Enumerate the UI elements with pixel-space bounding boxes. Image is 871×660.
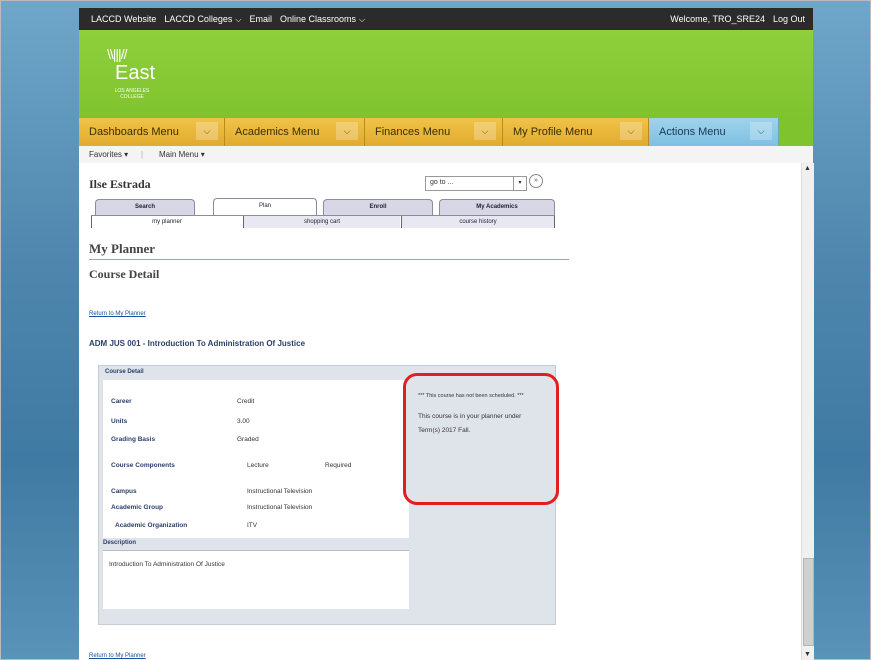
field-value: Credit [237, 398, 255, 405]
schedule-notice-highlight: *** This course has not been scheduled. … [403, 373, 559, 505]
subtab-course-history[interactable]: course history [402, 216, 554, 228]
field-value: Instructional Television [247, 488, 313, 495]
scroll-down-icon[interactable]: ▼ [804, 651, 811, 658]
actions-menu-label: Actions Menu [659, 126, 726, 138]
favorites-menu[interactable]: Favorites ▾ [89, 150, 128, 159]
page-title: My Planner [89, 241, 156, 256]
college-banner: \\|||// East LOS ANGELES COLLEGE [79, 30, 813, 118]
chevron-down-icon[interactable]: ⌵ [620, 122, 642, 140]
actions-menu[interactable]: Actions Menu ⌵ [649, 118, 779, 146]
top-navigation-bar: LACCD Website LACCD Colleges ⌵ Email Onli… [79, 8, 813, 30]
welcome-text: Welcome, TRO_SRE24 [670, 14, 765, 24]
field-label: Course Components [111, 462, 175, 469]
chevron-down-icon[interactable]: ⌵ [336, 122, 358, 140]
goto-select[interactable]: go to ... ▾ [425, 176, 527, 191]
laccd-website-link[interactable]: LACCD Website [91, 14, 156, 25]
tab-search[interactable]: Search [95, 199, 195, 215]
planner-term-notice: This course is in your planner under Ter… [418, 413, 522, 434]
my-profile-menu-label: My Profile Menu [513, 126, 593, 138]
course-detail-fields: Career Credit Units 3.00 Grading Basis G… [103, 380, 409, 538]
return-to-planner-link-bottom[interactable]: Return to My Planner [89, 653, 146, 659]
chevron-down-icon[interactable]: ⌵ [196, 122, 218, 140]
tab-plan[interactable]: Plan [213, 198, 317, 216]
main-menu-bar: Dashboards Menu ⌵ Academics Menu ⌵ Finan… [79, 118, 813, 146]
field-label: Campus [111, 488, 137, 495]
title-divider [89, 259, 569, 260]
field-label: Grading Basis [111, 436, 156, 443]
academics-menu-label: Academics Menu [235, 126, 320, 138]
field-value: Instructional Television [247, 504, 313, 511]
go-button-icon[interactable]: » [529, 174, 543, 188]
field-value: 3.00 [237, 418, 250, 425]
logout-link[interactable]: Log Out [773, 14, 805, 24]
laccd-colleges-menu[interactable]: LACCD Colleges ⌵ [164, 14, 241, 25]
chevron-down-icon[interactable]: ⌵ [474, 122, 496, 140]
description-text: Introduction To Administration Of Justic… [109, 561, 225, 568]
chevron-down-icon[interactable]: ⌵ [750, 122, 772, 140]
course-title: ADM JUS 001 - Introduction To Administra… [89, 339, 306, 348]
main-content: Ilse Estrada go to ... ▾ » Search Plan E… [79, 163, 801, 660]
field-value: Lecture [247, 462, 269, 469]
description-header: Description [103, 540, 137, 546]
dashboards-menu[interactable]: Dashboards Menu ⌵ [79, 118, 225, 146]
online-classrooms-label: Online Classrooms [279, 14, 357, 24]
dashboards-menu-label: Dashboards Menu [89, 126, 179, 138]
subtab-shopping-cart[interactable]: shopping cart [244, 216, 400, 228]
finances-menu-label: Finances Menu [375, 126, 451, 138]
field-value: Graded [237, 436, 259, 443]
logo-text: East [115, 62, 156, 84]
description-box: Introduction To Administration Of Justic… [103, 550, 409, 609]
course-detail-header: Course Detail [99, 366, 409, 379]
dropdown-arrow-icon[interactable]: ▾ [513, 177, 526, 190]
favorites-bar: Favorites ▾ | Main Menu ▾ [79, 146, 813, 164]
favbar-divider: | [141, 150, 144, 159]
subtab-my-planner[interactable]: my planner [92, 216, 242, 228]
logo-subtext: LOS ANGELES COLLEGE [109, 88, 155, 100]
field-label: Units [111, 418, 128, 425]
logo-subline-2: COLLEGE [120, 94, 144, 100]
tab-my-academics[interactable]: My Academics [439, 199, 555, 215]
planner-subtabs: my planner shopping cart course history [91, 215, 555, 228]
my-profile-menu[interactable]: My Profile Menu ⌵ [503, 118, 649, 146]
east-la-college-logo[interactable]: \\|||// East LOS ANGELES COLLEGE [101, 46, 161, 106]
email-link[interactable]: Email [249, 14, 272, 25]
sunburst-icon: \\|||// [107, 46, 127, 62]
subtab-divider [554, 216, 555, 228]
laccd-colleges-label: LACCD Colleges [164, 14, 233, 24]
academics-menu[interactable]: Academics Menu ⌵ [225, 118, 365, 146]
vertical-scrollbar[interactable]: ▲ ▼ [801, 163, 814, 660]
scrollbar-thumb[interactable] [803, 558, 814, 646]
field-label: Academic Organization [115, 522, 188, 529]
student-name: Ilse Estrada [89, 177, 151, 191]
field-value: ITV [247, 522, 258, 529]
section-title: Course Detail [89, 267, 160, 281]
field-label: Academic Group [111, 504, 164, 511]
scroll-up-icon[interactable]: ▲ [804, 165, 811, 172]
goto-select-value: go to ... [430, 179, 454, 186]
chevron-down-icon: ⌵ [235, 15, 242, 24]
online-classrooms-menu[interactable]: Online Classrooms ⌵ [280, 14, 365, 25]
tab-enroll[interactable]: Enroll [323, 199, 433, 215]
field-label: Career [111, 398, 132, 405]
chevron-down-icon: ⌵ [359, 15, 366, 24]
not-scheduled-notice: *** This course has not been scheduled. … [418, 393, 524, 399]
field-extra: Required [325, 462, 352, 469]
finances-menu[interactable]: Finances Menu ⌵ [365, 118, 503, 146]
return-to-planner-link[interactable]: Return to My Planner [89, 311, 146, 317]
main-menu-dropdown[interactable]: Main Menu ▾ [159, 150, 205, 159]
